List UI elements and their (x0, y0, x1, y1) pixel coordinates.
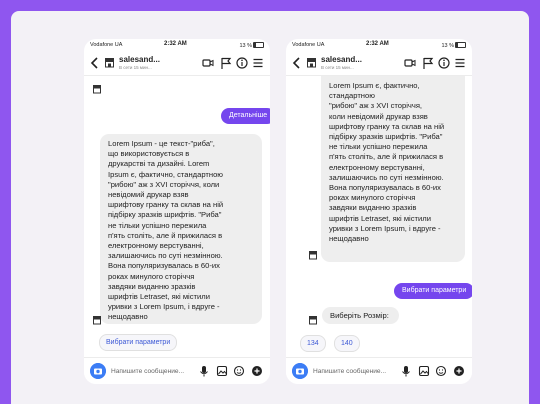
video-icon[interactable] (404, 56, 416, 70)
bot-message: Lorem Ipsum є, фактично, стандартною "ри… (321, 76, 465, 262)
size-option-140[interactable]: 140 (334, 335, 360, 352)
plus-icon[interactable] (251, 364, 263, 378)
chat-status: В сети 15 мин... (119, 65, 152, 70)
choose-params-button[interactable]: Вибрати параметри (99, 334, 178, 351)
store-icon (105, 58, 114, 68)
chat-title[interactable]: salesand... (321, 55, 362, 64)
choose-size-message: Виберіть Розмір: (322, 307, 399, 324)
carrier-label: Vodafone UA (292, 42, 325, 48)
menu-icon[interactable] (252, 56, 264, 70)
bot-avatar (93, 85, 101, 94)
back-icon[interactable] (291, 56, 303, 70)
chat-header: salesand... В сети 15 мин... (84, 51, 270, 76)
message-input[interactable] (313, 365, 397, 377)
bot-avatar (309, 251, 317, 260)
phone-screen-2: Vodafone UA 2:32 AM 13 % salesand... В с… (286, 39, 472, 384)
gallery-icon[interactable] (216, 364, 228, 378)
microphone-icon[interactable] (198, 364, 210, 378)
size-option-134[interactable]: 134 (300, 335, 326, 352)
sticker-icon[interactable] (435, 364, 447, 378)
clock: 2:32 AM (366, 41, 389, 47)
chat-status: В сети 15 мин... (321, 65, 354, 70)
microphone-icon[interactable] (400, 364, 412, 378)
phone-screen-1: Vodafone UA 2:32 AM 13 % salesand... В с… (84, 39, 270, 384)
info-icon[interactable] (438, 56, 450, 70)
carrier-label: Vodafone UA (90, 42, 123, 48)
battery-level: 13 % (441, 42, 466, 49)
camera-icon[interactable] (90, 363, 106, 379)
bot-message: Lorem Ipsum - це текст-"риба", що викори… (100, 134, 262, 324)
canvas: Vodafone UA 2:32 AM 13 % salesand... В с… (11, 11, 529, 404)
message-composer (286, 357, 472, 384)
details-button[interactable]: Детальніше (221, 108, 270, 124)
chat-title[interactable]: salesand... (119, 55, 160, 64)
clock: 2:32 AM (164, 41, 187, 47)
back-icon[interactable] (89, 56, 101, 70)
bot-avatar (309, 316, 317, 325)
sticker-icon[interactable] (233, 364, 245, 378)
status-bar: Vodafone UA 2:32 AM 13 % (84, 39, 270, 51)
flag-icon[interactable] (220, 56, 232, 70)
battery-icon (455, 42, 466, 48)
info-icon[interactable] (236, 56, 248, 70)
message-input[interactable] (111, 365, 195, 377)
menu-icon[interactable] (454, 56, 466, 70)
store-icon (307, 58, 316, 68)
gallery-icon[interactable] (418, 364, 430, 378)
choose-params-sent-message: Вибрати параметри (394, 283, 472, 299)
bot-avatar (93, 316, 101, 325)
plus-icon[interactable] (453, 364, 465, 378)
message-composer (84, 357, 270, 384)
flag-icon[interactable] (422, 56, 434, 70)
battery-level: 13 % (239, 42, 264, 49)
status-bar: Vodafone UA 2:32 AM 13 % (286, 39, 472, 51)
battery-icon (253, 42, 264, 48)
chat-header: salesand... В сети 15 мин... (286, 51, 472, 76)
video-icon[interactable] (202, 56, 214, 70)
camera-icon[interactable] (292, 363, 308, 379)
